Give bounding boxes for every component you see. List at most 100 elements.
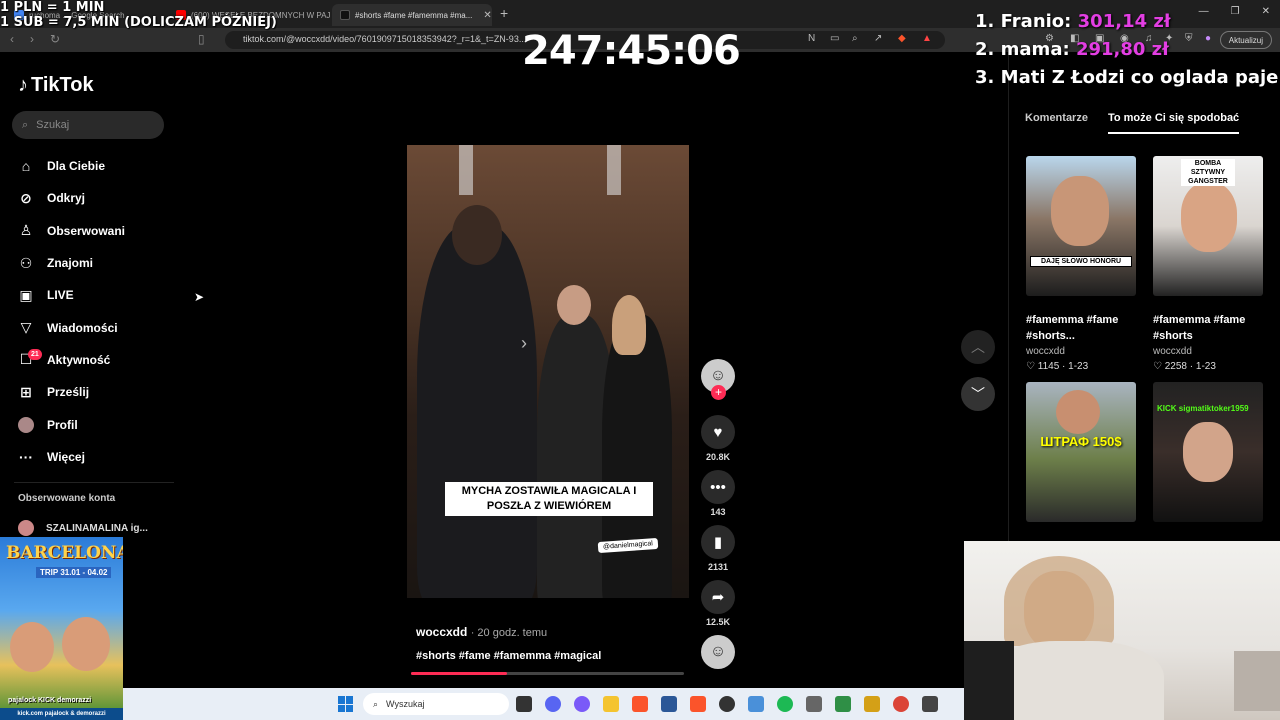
reload-icon[interactable]: ↻ xyxy=(50,32,60,46)
spotify-icon[interactable] xyxy=(777,696,793,712)
sidebar-item-activity[interactable]: ☐ 21 Aktywność xyxy=(18,344,125,376)
video-hashtags[interactable]: #shorts #fame #famemma #magical xyxy=(416,650,601,662)
recommended-card[interactable]: DAJĘ SŁOWO HONORU #famemma #fame #shorts… xyxy=(1026,156,1136,372)
sidebar-item-upload[interactable]: ⊞ Prześlij xyxy=(18,376,125,408)
previous-video-button[interactable]: ︿ xyxy=(961,330,995,364)
heart-outline-icon: ♡ xyxy=(1153,361,1162,372)
sidebar-item-for-you[interactable]: ⌂ Dla Ciebie xyxy=(18,150,125,182)
creator-avatar[interactable]: ☺ + xyxy=(701,359,735,400)
recommended-card[interactable]: BOMBA SZTYWNY GANGSTER #famemma #fame #s… xyxy=(1153,156,1263,372)
card-author[interactable]: woccxdd xyxy=(1153,346,1263,357)
webcam-feed xyxy=(964,541,1280,720)
thumbnail[interactable]: DAJĘ SŁOWO HONORU xyxy=(1026,156,1136,296)
sidebar-item-explore[interactable]: ⊘ Odkryj xyxy=(18,182,125,214)
thumbnail[interactable]: KICK sigmatiktoker1959 xyxy=(1153,382,1263,522)
like-count: 20.8K xyxy=(705,452,731,462)
sidebar-item-friends[interactable]: ⚇ Znajomi xyxy=(18,247,125,279)
save-button[interactable]: ▮ xyxy=(701,525,735,559)
new-tab-button[interactable]: + xyxy=(500,5,508,21)
profile-avatar xyxy=(18,416,34,433)
like-button[interactable]: ♥ xyxy=(701,415,735,449)
recommended-card[interactable]: ШТРАФ 150$ xyxy=(1026,382,1136,522)
author-name[interactable]: woccxdd xyxy=(416,625,467,639)
bookmark-icon[interactable]: ▯ xyxy=(198,32,205,46)
tab-recommended[interactable]: To może Ci się spodobać xyxy=(1107,112,1240,134)
chrome-icon[interactable] xyxy=(893,696,909,712)
compass-icon: ⊘ xyxy=(20,189,32,206)
windows-start-icon[interactable] xyxy=(338,696,354,712)
copilot-icon[interactable] xyxy=(574,696,590,712)
taskbar-search-placeholder: Wyszukaj xyxy=(386,699,425,709)
donation-rate-overlay: 1 PLN = 1 MIN 1 SUB = 7,5 MIN (DOLICZAM … xyxy=(0,0,277,30)
back-icon[interactable]: ‹ xyxy=(10,32,14,46)
tiktok-note-icon: ♪ xyxy=(18,74,28,96)
upload-icon: ⊞ xyxy=(20,383,32,400)
share-button[interactable]: ➦ xyxy=(701,580,735,614)
obs-icon[interactable] xyxy=(719,696,735,712)
bookmark-icon: ▮ xyxy=(713,534,723,551)
zoom-icon[interactable]: ⌕ xyxy=(852,33,858,44)
video-progress-bar[interactable] xyxy=(411,672,684,675)
taskbar-search-input[interactable]: ⌕ Wyszukaj xyxy=(363,693,509,715)
app-icon[interactable] xyxy=(661,696,677,712)
forward-icon[interactable]: › xyxy=(30,32,34,46)
sidebar-item-more[interactable]: ··· Więcej xyxy=(18,441,125,473)
file-explorer-icon[interactable] xyxy=(603,696,619,712)
card-author[interactable]: woccxdd xyxy=(1026,346,1136,357)
more-icon: ··· xyxy=(19,448,33,465)
sidebar-item-label: Aktywność xyxy=(47,352,111,367)
recommended-card[interactable]: KICK sigmatiktoker1959 xyxy=(1153,382,1263,522)
app-icon[interactable] xyxy=(748,696,764,712)
search-icon: ⌕ xyxy=(22,118,29,131)
poster-title: BARCELONA xyxy=(6,543,123,563)
close-tab-icon[interactable]: ✕ xyxy=(483,10,491,21)
sidebar-item-label: Prześlij xyxy=(47,385,90,400)
sidebar-item-following[interactable]: ♙ Obserwowani xyxy=(18,215,125,247)
cast-icon[interactable]: ▭ xyxy=(830,33,839,44)
sidebar-item-label: Obserwowani xyxy=(47,223,126,238)
tiktok-logo[interactable]: ♪ TikTok xyxy=(18,74,94,97)
app-icon[interactable] xyxy=(864,696,880,712)
thumbnail-caption: BOMBA SZTYWNY GANGSTER xyxy=(1181,159,1235,186)
rewards-icon[interactable]: ▲ xyxy=(922,33,932,44)
sidebar-item-live[interactable]: ▣ LIVE xyxy=(18,279,125,311)
sidebar-item-profile[interactable]: Profil xyxy=(18,408,125,440)
card-title[interactable]: #famemma #fame #shorts... xyxy=(1026,312,1136,344)
task-view-icon[interactable] xyxy=(516,696,532,712)
tiktok-favicon-icon xyxy=(340,10,350,20)
face-shape xyxy=(62,617,110,671)
followed-account-item[interactable]: SZALINAMALINA ig... xyxy=(18,520,148,536)
chevron-right-icon[interactable]: › xyxy=(521,333,527,354)
translate-icon[interactable]: Ν xyxy=(808,33,815,44)
mouse-cursor-icon: ➤ xyxy=(194,290,205,304)
brave-icon[interactable] xyxy=(690,696,706,712)
app-icon[interactable] xyxy=(835,696,851,712)
sidebar-divider xyxy=(14,482,174,483)
thumbnail[interactable]: BOMBA SZTYWNY GANGSTER xyxy=(1153,156,1263,296)
follow-plus-icon[interactable]: + xyxy=(711,385,726,400)
recommended-grid: DAJĘ SŁOWO HONORU #famemma #fame #shorts… xyxy=(1026,156,1263,522)
chevron-up-icon: ︿ xyxy=(971,339,985,355)
tab-comments[interactable]: Komentarze xyxy=(1025,112,1088,134)
sound-disc-avatar[interactable]: ☺ xyxy=(701,635,735,669)
person-head-shape xyxy=(452,205,502,265)
sidebar-item-messages[interactable]: ▽ Wiadomości xyxy=(18,311,125,343)
video-author[interactable]: woccxdd · 20 godz. temu xyxy=(416,625,547,639)
tab-tiktok-active[interactable]: #shorts #fame #famemma #ma... ✕ xyxy=(332,4,492,26)
app-icon[interactable] xyxy=(922,696,938,712)
logo-text: TikTok xyxy=(31,74,94,96)
comment-button[interactable]: ••• xyxy=(701,470,735,504)
next-video-button[interactable]: ﹀ xyxy=(961,377,995,411)
comment-icon: ••• xyxy=(710,478,726,496)
calculator-icon[interactable] xyxy=(806,696,822,712)
card-title[interactable]: #famemma #fame #shorts xyxy=(1153,312,1263,344)
thumbnail[interactable]: ШТРАФ 150$ xyxy=(1026,382,1136,522)
share-arrow-icon: ➦ xyxy=(711,589,725,606)
share-icon[interactable]: ↗ xyxy=(874,33,882,44)
brave-shield-icon[interactable]: ◆ xyxy=(898,33,906,44)
microphone-arm-shape xyxy=(964,641,1014,720)
video-player[interactable] xyxy=(407,145,689,598)
discord-icon[interactable] xyxy=(545,696,561,712)
brave-icon[interactable] xyxy=(632,696,648,712)
search-input[interactable]: ⌕ Szukaj xyxy=(12,111,164,139)
